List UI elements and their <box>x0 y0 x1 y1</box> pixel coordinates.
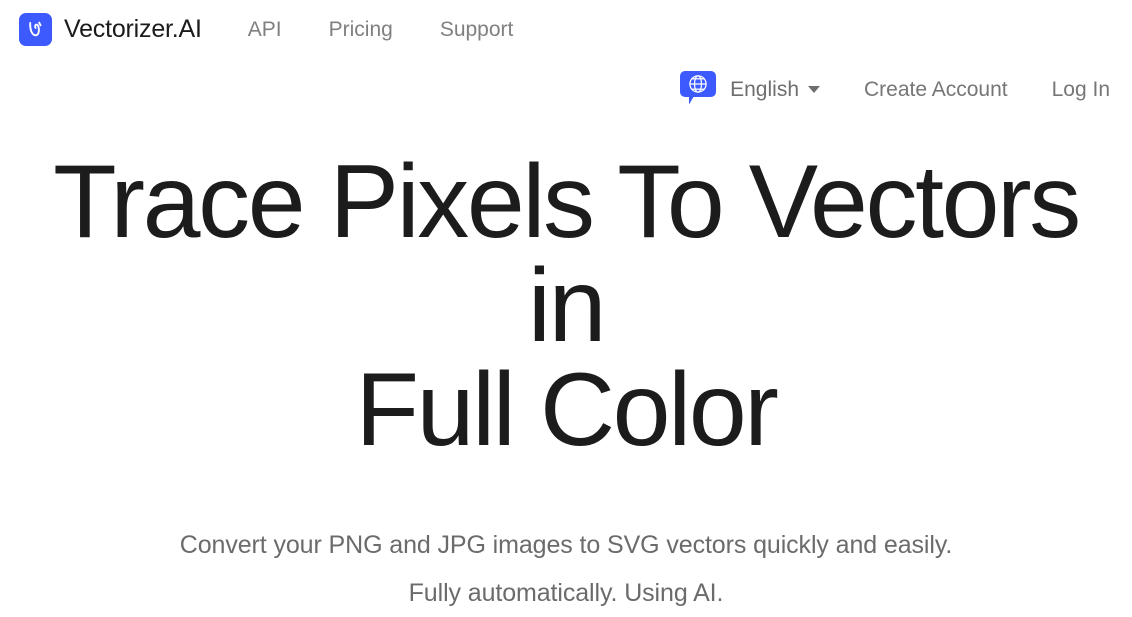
log-in-link[interactable]: Log In <box>1052 79 1110 100</box>
nav-link-api[interactable]: API <box>248 19 282 40</box>
hero-subtitle-line-1: Convert your PNG and JPG images to SVG v… <box>179 531 953 559</box>
brand-name: Vectorizer.AI <box>64 14 202 43</box>
vectorizer-upsilon-logo-icon <box>19 12 52 46</box>
page-root: Vectorizer.AI API Pricing Support Englis… <box>0 0 1132 613</box>
create-account-link[interactable]: Create Account <box>864 79 1008 100</box>
header-secondary-row: English Create Account Log In <box>0 58 1132 120</box>
globe-speech-bubble-icon <box>677 68 719 110</box>
page-title: Trace Pixels To Vectors in Full Color <box>0 150 1132 462</box>
language-label: English <box>730 77 800 101</box>
hero-section: Trace Pixels To Vectors in Full Color Co… <box>0 150 1132 617</box>
hero-subtitle: Convert your PNG and JPG images to SVG v… <box>0 462 1132 617</box>
hero-subtitle-line-2: Fully automatically. Using AI. <box>408 579 724 607</box>
chevron-down-icon <box>808 85 821 93</box>
language-selector[interactable]: English <box>677 68 821 110</box>
page-title-line-1: Trace Pixels To Vectors in <box>53 144 1081 364</box>
nav-link-pricing[interactable]: Pricing <box>329 19 393 40</box>
nav-link-support[interactable]: Support <box>440 19 514 40</box>
page-title-line-2: Full Color <box>355 352 779 468</box>
brand-home-link[interactable]: Vectorizer.AI <box>19 12 202 46</box>
primary-navigation: API Pricing Support <box>248 19 514 40</box>
site-header: Vectorizer.AI API Pricing Support Englis… <box>0 0 1132 120</box>
header-primary-row: Vectorizer.AI API Pricing Support <box>0 0 1132 58</box>
